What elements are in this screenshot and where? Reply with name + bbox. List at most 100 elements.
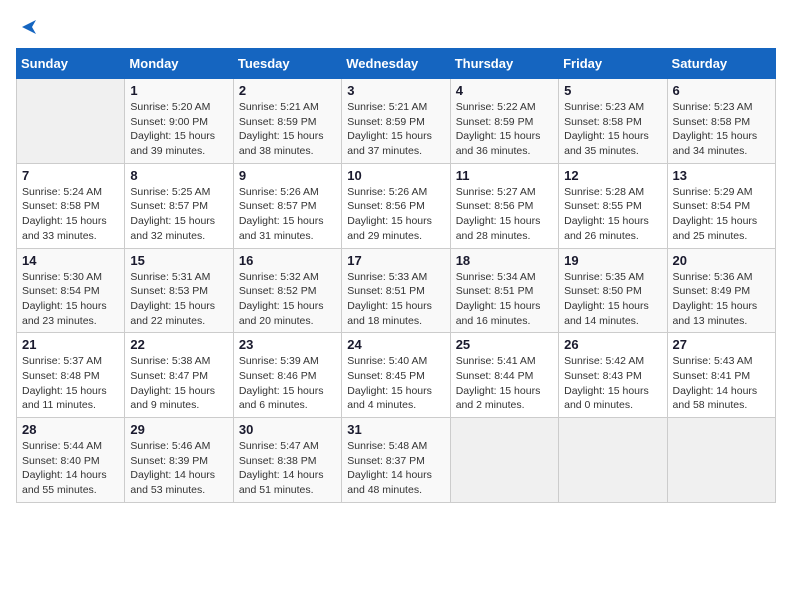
page-header [16, 16, 776, 38]
day-number: 14 [22, 253, 119, 268]
day-number: 5 [564, 83, 661, 98]
day-number: 11 [456, 168, 553, 183]
calendar-cell: 12 Sunrise: 5:28 AM Sunset: 8:55 PM Dayli… [559, 163, 667, 248]
calendar-cell: 31 Sunrise: 5:48 AM Sunset: 8:37 PM Dayli… [342, 418, 450, 503]
calendar-cell: 2Sunrise: 5:21 AM Sunset: 8:59 PM Daylig… [233, 79, 341, 164]
day-number: 16 [239, 253, 336, 268]
calendar-header-monday: Monday [125, 49, 233, 79]
day-info: Sunrise: 5:35 AM Sunset: 8:50 PM Dayligh… [564, 270, 661, 329]
calendar-cell: 29 Sunrise: 5:46 AM Sunset: 8:39 PM Dayli… [125, 418, 233, 503]
day-number: 29 [130, 422, 227, 437]
calendar-cell: 28 Sunrise: 5:44 AM Sunset: 8:40 PM Dayli… [17, 418, 125, 503]
day-number: 9 [239, 168, 336, 183]
calendar-week-row: 1 Sunrise: 5:20 AM Sunset: 9:00 PM Daylig… [17, 79, 776, 164]
day-info: Sunrise: 5:30 AM Sunset: 8:54 PM Dayligh… [22, 270, 119, 329]
calendar-cell: 3Sunrise: 5:21 AM Sunset: 8:59 PM Daylig… [342, 79, 450, 164]
day-info: Sunrise: 5:26 AM Sunset: 8:56 PM Dayligh… [347, 185, 444, 244]
day-info: Sunrise: 5:32 AM Sunset: 8:52 PM Dayligh… [239, 270, 336, 329]
calendar-cell: 23Sunrise: 5:39 AM Sunset: 8:46 PM Dayli… [233, 333, 341, 418]
day-info: Sunrise: 5:22 AM Sunset: 8:59 PM Dayligh… [456, 100, 553, 159]
logo [16, 16, 40, 38]
calendar-cell: 10 Sunrise: 5:26 AM Sunset: 8:56 PM Dayli… [342, 163, 450, 248]
day-info: Sunrise: 5:21 AM Sunset: 8:59 PM Dayligh… [347, 100, 444, 159]
calendar-week-row: 14 Sunrise: 5:30 AM Sunset: 8:54 PM Dayli… [17, 248, 776, 333]
day-number: 26 [564, 337, 661, 352]
day-number: 21 [22, 337, 119, 352]
day-info: Sunrise: 5:46 AM Sunset: 8:39 PM Dayligh… [130, 439, 227, 498]
calendar-cell: 9Sunrise: 5:26 AM Sunset: 8:57 PM Daylig… [233, 163, 341, 248]
calendar-cell [450, 418, 558, 503]
calendar-cell: 24 Sunrise: 5:40 AM Sunset: 8:45 PM Dayli… [342, 333, 450, 418]
day-info: Sunrise: 5:24 AM Sunset: 8:58 PM Dayligh… [22, 185, 119, 244]
day-info: Sunrise: 5:31 AM Sunset: 8:53 PM Dayligh… [130, 270, 227, 329]
calendar-cell: 13 Sunrise: 5:29 AM Sunset: 8:54 PM Dayli… [667, 163, 775, 248]
day-number: 10 [347, 168, 444, 183]
calendar-cell [17, 79, 125, 164]
day-info: Sunrise: 5:44 AM Sunset: 8:40 PM Dayligh… [22, 439, 119, 498]
calendar-header-saturday: Saturday [667, 49, 775, 79]
calendar-table: SundayMondayTuesdayWednesdayThursdayFrid… [16, 48, 776, 503]
day-number: 1 [130, 83, 227, 98]
calendar-cell: 30Sunrise: 5:47 AM Sunset: 8:38 PM Dayli… [233, 418, 341, 503]
day-number: 13 [673, 168, 770, 183]
calendar-cell [559, 418, 667, 503]
calendar-header-tuesday: Tuesday [233, 49, 341, 79]
calendar-cell: 26 Sunrise: 5:42 AM Sunset: 8:43 PM Dayli… [559, 333, 667, 418]
day-number: 12 [564, 168, 661, 183]
day-number: 2 [239, 83, 336, 98]
day-info: Sunrise: 5:47 AM Sunset: 8:38 PM Dayligh… [239, 439, 336, 498]
calendar-cell: 15 Sunrise: 5:31 AM Sunset: 8:53 PM Dayli… [125, 248, 233, 333]
day-info: Sunrise: 5:43 AM Sunset: 8:41 PM Dayligh… [673, 354, 770, 413]
calendar-cell: 27 Sunrise: 5:43 AM Sunset: 8:41 PM Dayli… [667, 333, 775, 418]
day-number: 31 [347, 422, 444, 437]
day-info: Sunrise: 5:40 AM Sunset: 8:45 PM Dayligh… [347, 354, 444, 413]
calendar-header-thursday: Thursday [450, 49, 558, 79]
calendar-cell: 4 Sunrise: 5:22 AM Sunset: 8:59 PM Daylig… [450, 79, 558, 164]
day-number: 17 [347, 253, 444, 268]
calendar-cell: 20 Sunrise: 5:36 AM Sunset: 8:49 PM Dayli… [667, 248, 775, 333]
calendar-cell: 5 Sunrise: 5:23 AM Sunset: 8:58 PM Daylig… [559, 79, 667, 164]
day-number: 4 [456, 83, 553, 98]
day-info: Sunrise: 5:48 AM Sunset: 8:37 PM Dayligh… [347, 439, 444, 498]
day-number: 28 [22, 422, 119, 437]
logo-icon [18, 16, 40, 38]
day-info: Sunrise: 5:28 AM Sunset: 8:55 PM Dayligh… [564, 185, 661, 244]
day-info: Sunrise: 5:36 AM Sunset: 8:49 PM Dayligh… [673, 270, 770, 329]
day-number: 27 [673, 337, 770, 352]
day-info: Sunrise: 5:29 AM Sunset: 8:54 PM Dayligh… [673, 185, 770, 244]
calendar-week-row: 28 Sunrise: 5:44 AM Sunset: 8:40 PM Dayli… [17, 418, 776, 503]
day-info: Sunrise: 5:27 AM Sunset: 8:56 PM Dayligh… [456, 185, 553, 244]
day-number: 25 [456, 337, 553, 352]
calendar-header-row: SundayMondayTuesdayWednesdayThursdayFrid… [17, 49, 776, 79]
calendar-header-wednesday: Wednesday [342, 49, 450, 79]
calendar-cell [667, 418, 775, 503]
day-number: 22 [130, 337, 227, 352]
day-number: 8 [130, 168, 227, 183]
calendar-cell: 18Sunrise: 5:34 AM Sunset: 8:51 PM Dayli… [450, 248, 558, 333]
calendar-cell: 22 Sunrise: 5:38 AM Sunset: 8:47 PM Dayli… [125, 333, 233, 418]
day-info: Sunrise: 5:23 AM Sunset: 8:58 PM Dayligh… [673, 100, 770, 159]
calendar-cell: 14 Sunrise: 5:30 AM Sunset: 8:54 PM Dayli… [17, 248, 125, 333]
day-number: 24 [347, 337, 444, 352]
day-info: Sunrise: 5:23 AM Sunset: 8:58 PM Dayligh… [564, 100, 661, 159]
calendar-cell: 1 Sunrise: 5:20 AM Sunset: 9:00 PM Daylig… [125, 79, 233, 164]
day-number: 15 [130, 253, 227, 268]
day-info: Sunrise: 5:20 AM Sunset: 9:00 PM Dayligh… [130, 100, 227, 159]
day-info: Sunrise: 5:38 AM Sunset: 8:47 PM Dayligh… [130, 354, 227, 413]
day-number: 6 [673, 83, 770, 98]
day-number: 20 [673, 253, 770, 268]
calendar-cell: 7Sunrise: 5:24 AM Sunset: 8:58 PM Daylig… [17, 163, 125, 248]
calendar-cell: 16 Sunrise: 5:32 AM Sunset: 8:52 PM Dayli… [233, 248, 341, 333]
calendar-header-friday: Friday [559, 49, 667, 79]
day-info: Sunrise: 5:42 AM Sunset: 8:43 PM Dayligh… [564, 354, 661, 413]
calendar-cell: 21Sunrise: 5:37 AM Sunset: 8:48 PM Dayli… [17, 333, 125, 418]
calendar-cell: 19Sunrise: 5:35 AM Sunset: 8:50 PM Dayli… [559, 248, 667, 333]
calendar-cell: 25 Sunrise: 5:41 AM Sunset: 8:44 PM Dayli… [450, 333, 558, 418]
day-info: Sunrise: 5:34 AM Sunset: 8:51 PM Dayligh… [456, 270, 553, 329]
day-number: 23 [239, 337, 336, 352]
day-info: Sunrise: 5:25 AM Sunset: 8:57 PM Dayligh… [130, 185, 227, 244]
calendar-cell: 6 Sunrise: 5:23 AM Sunset: 8:58 PM Daylig… [667, 79, 775, 164]
calendar-cell: 11 Sunrise: 5:27 AM Sunset: 8:56 PM Dayli… [450, 163, 558, 248]
calendar-week-row: 21Sunrise: 5:37 AM Sunset: 8:48 PM Dayli… [17, 333, 776, 418]
day-info: Sunrise: 5:41 AM Sunset: 8:44 PM Dayligh… [456, 354, 553, 413]
